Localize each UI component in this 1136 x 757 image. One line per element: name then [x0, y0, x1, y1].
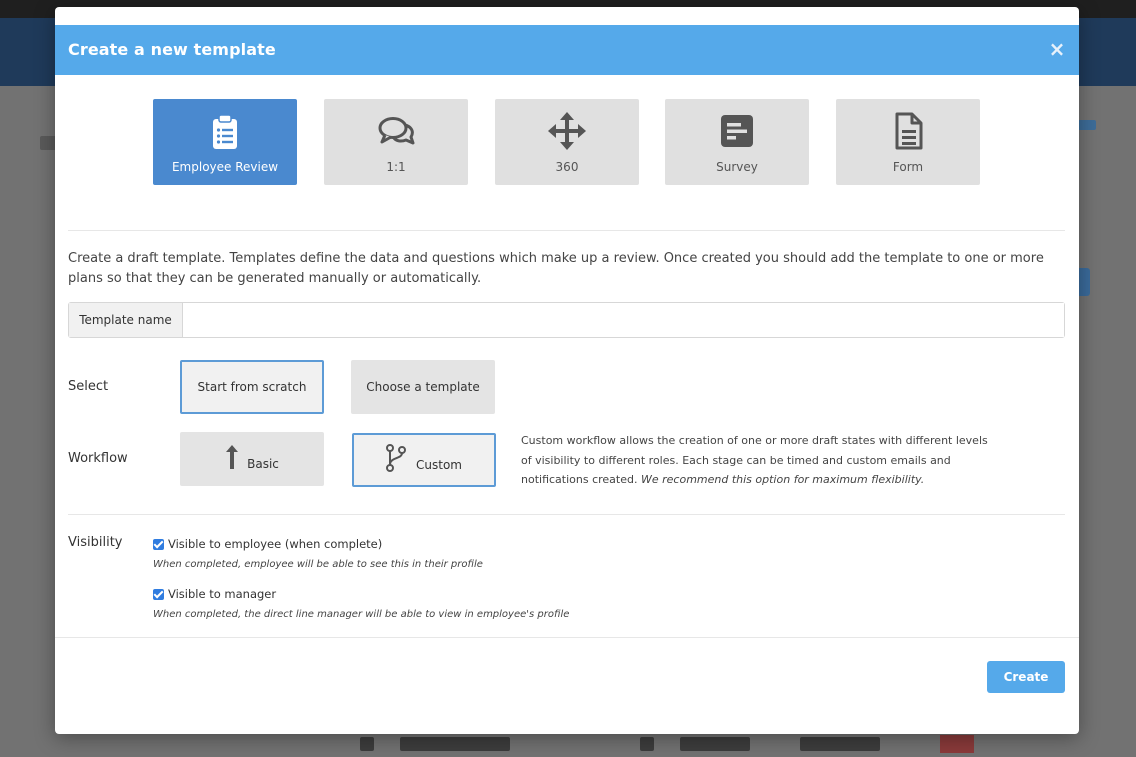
background-element [940, 735, 974, 753]
type-card-label: Form [892, 160, 924, 174]
type-card-label: 1:1 [386, 160, 406, 174]
divider [68, 514, 1065, 515]
custom-workflow-button[interactable]: Custom [352, 433, 496, 487]
start-from-scratch-button[interactable]: Start from scratch [180, 360, 324, 414]
basic-workflow-button[interactable]: Basic [180, 432, 324, 486]
template-description: Create a draft template. Templates defin… [68, 251, 1044, 286]
type-card-label: Survey [716, 160, 758, 174]
background-element [400, 737, 510, 751]
checkbox-help-text: When completed, employee will be able to… [153, 559, 483, 570]
visible-to-manager-row: Visible to manager [153, 587, 276, 601]
type-card-employee-review[interactable]: Employee Review [153, 99, 297, 185]
background-table-row [340, 733, 1060, 755]
template-name-input[interactable] [183, 303, 1064, 337]
type-card-360[interactable]: 360 [495, 99, 639, 185]
workflow-label: Workflow [68, 451, 128, 466]
footer-divider [55, 637, 1079, 638]
close-button[interactable]: × [1047, 39, 1067, 59]
move-arrows-icon [548, 112, 586, 150]
type-card-label: Employee Review [171, 160, 279, 174]
background-element [640, 737, 654, 751]
visible-to-employee-row: Visible to employee (when complete) [153, 537, 382, 551]
create-button[interactable]: Create [987, 661, 1065, 693]
visible-to-manager-checkbox[interactable] [153, 588, 164, 600]
option-label: Custom [416, 458, 462, 472]
template-name-label: Template name [69, 303, 183, 337]
type-card-label: 360 [555, 160, 579, 174]
visibility-label: Visibility [68, 535, 123, 550]
type-card-survey[interactable]: Survey [665, 99, 809, 185]
checkbox-label: Visible to employee (when complete) [168, 537, 383, 551]
background-element [1078, 120, 1096, 130]
workflow-note-emphasis: We recommend this option for maximum fle… [640, 473, 925, 486]
choose-template-button[interactable]: Choose a template [351, 360, 495, 414]
background-element [360, 737, 374, 751]
create-template-modal: Create a new template × Employee Review [55, 7, 1079, 734]
document-icon [895, 112, 923, 150]
option-label: Start from scratch [197, 380, 307, 394]
type-card-form[interactable]: Form [836, 99, 980, 185]
background-element [680, 737, 750, 751]
divider [68, 230, 1065, 231]
chat-bubbles-icon [378, 117, 415, 145]
clipboard-list-icon [213, 114, 237, 149]
option-label: Basic [247, 457, 279, 471]
background-element [800, 737, 880, 751]
workflow-description: Custom workflow allows the creation of o… [521, 431, 1001, 490]
modal-header: Create a new template × [55, 25, 1079, 75]
checkbox-label: Visible to manager [168, 587, 277, 601]
option-label: Choose a template [366, 380, 480, 394]
type-card-one-on-one[interactable]: 1:1 [324, 99, 468, 185]
select-label: Select [68, 379, 109, 394]
modal-title: Create a new template [68, 40, 276, 59]
survey-icon [721, 115, 753, 147]
visible-to-employee-checkbox[interactable] [153, 538, 164, 550]
checkbox-help-text: When completed, the direct line manager … [153, 609, 570, 620]
template-name-group: Template name [68, 302, 1065, 338]
